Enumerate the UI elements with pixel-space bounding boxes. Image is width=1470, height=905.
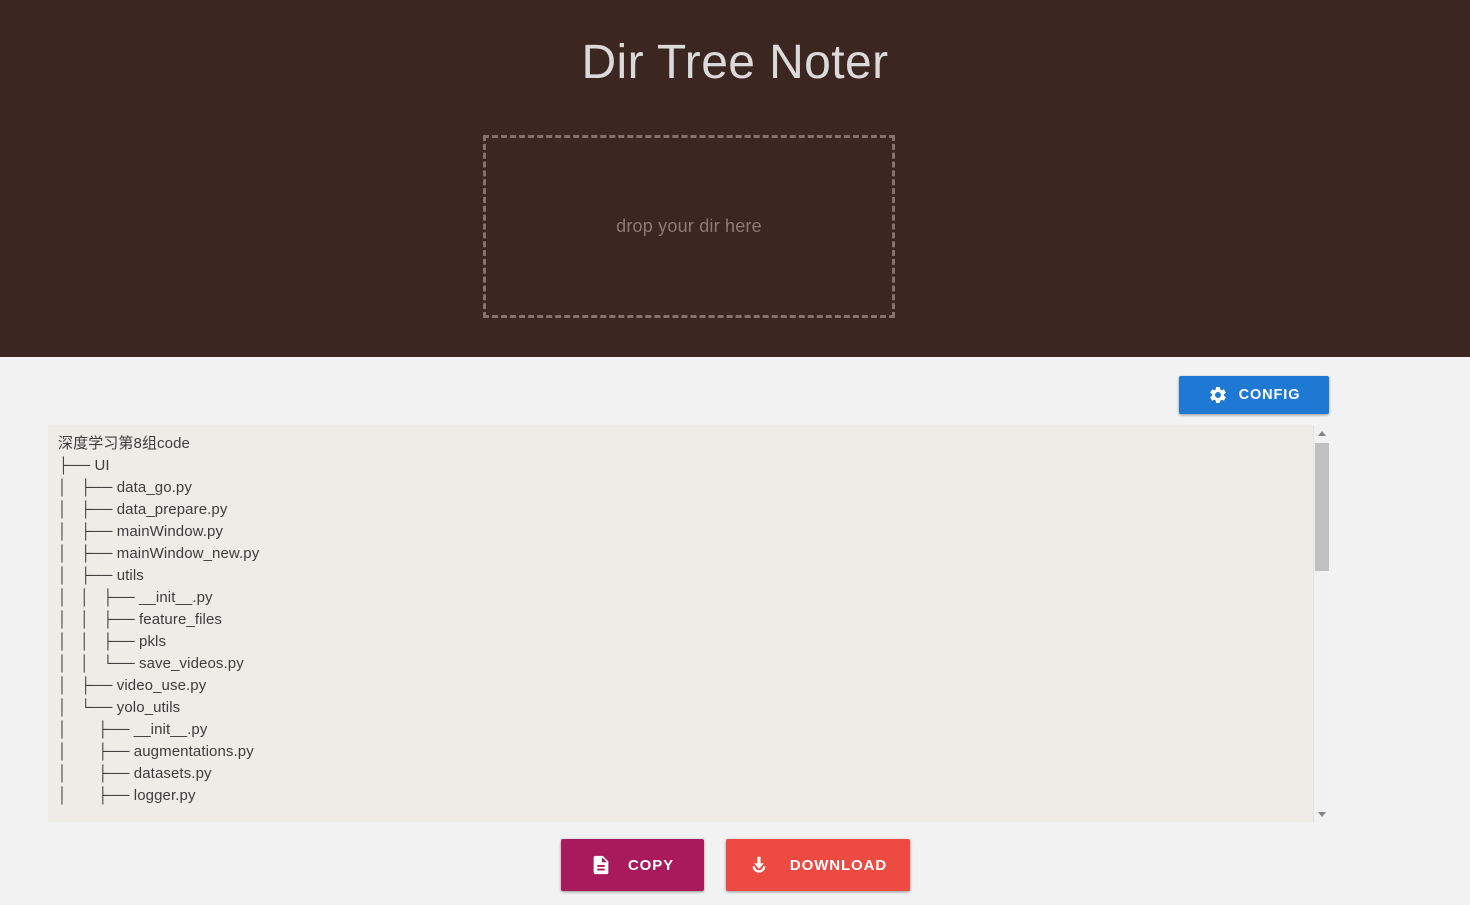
page-title: Dir Tree Noter	[581, 36, 889, 89]
triangle-up-icon	[1318, 430, 1326, 436]
action-bar: COPY DOWNLOAD	[0, 839, 1470, 891]
scrollbar-thumb[interactable]	[1315, 443, 1329, 571]
tree-text: 深度学习第8组code ├── UI │ ├── data_go.py │ ├─…	[58, 435, 260, 804]
header-hero: Dir Tree Noter drop your dir here	[0, 0, 1470, 357]
scrollbar-up-button[interactable]	[1314, 425, 1329, 441]
scrollbar-down-button[interactable]	[1314, 806, 1329, 822]
tree-scroll-area[interactable]: 深度学习第8组code ├── UI │ ├── data_go.py │ ├─…	[48, 425, 1313, 822]
download-button-label: DOWNLOAD	[789, 856, 888, 874]
download-icon	[748, 854, 770, 876]
config-button-label: CONFIG	[1238, 387, 1301, 403]
gear-icon	[1208, 385, 1228, 405]
copy-button[interactable]: COPY	[560, 839, 704, 891]
dropzone-label: drop your dir here	[616, 216, 762, 236]
tree-output-panel[interactable]: 深度学习第8组code ├── UI │ ├── data_go.py │ ├─…	[48, 425, 1329, 822]
copy-button-label: COPY	[627, 856, 675, 874]
tree-scrollbar[interactable]	[1313, 425, 1329, 822]
download-button[interactable]: DOWNLOAD	[725, 839, 910, 891]
main-content: CONFIG 深度学习第8组code ├── UI │ ├── data_go.…	[0, 357, 1470, 905]
config-toolbar: CONFIG	[1179, 376, 1329, 414]
document-icon	[590, 854, 612, 876]
triangle-down-icon	[1318, 811, 1326, 817]
dropzone[interactable]: drop your dir here	[483, 135, 895, 318]
config-button[interactable]: CONFIG	[1179, 376, 1329, 414]
